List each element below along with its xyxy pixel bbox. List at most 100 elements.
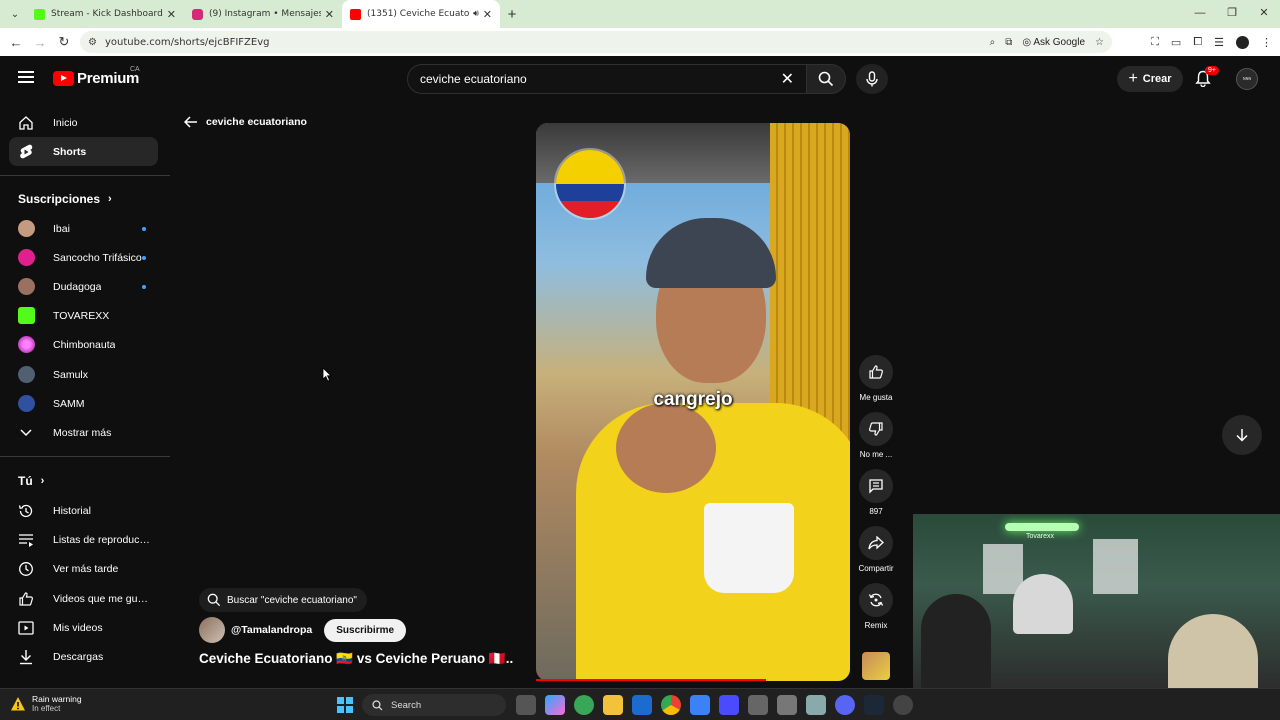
- sidebar-item-historial[interactable]: Historial: [9, 496, 158, 525]
- avatar: [18, 220, 35, 237]
- install-icon[interactable]: ⧉: [1005, 37, 1012, 48]
- copilot-icon[interactable]: [545, 695, 565, 715]
- screenshot-icon[interactable]: ⛶: [1151, 36, 1159, 49]
- sidebar-sub-dudagoga[interactable]: Dudagoga: [9, 272, 158, 301]
- weather-widget[interactable]: Rain warning In effect: [10, 694, 82, 713]
- tab-instagram[interactable]: (9) Instagram • Mensajes ✕: [184, 0, 342, 28]
- close-window-button[interactable]: ✕: [1248, 0, 1280, 28]
- video-title[interactable]: Ceviche Ecuatoriano 🇪🇨 vs Ceviche Peruan…: [199, 651, 514, 667]
- sidebar-sub-chimbonauta[interactable]: Chimbonauta: [9, 330, 158, 359]
- comments-action[interactable]: 897: [852, 469, 900, 516]
- back-to-search-button[interactable]: ceviche ecuatoriano: [184, 116, 307, 128]
- share-action[interactable]: Compartir: [852, 526, 900, 573]
- youtube-premium-logo[interactable]: Premium CA: [53, 66, 140, 87]
- tab-kick[interactable]: Stream - Kick Dashboard ✕: [26, 0, 184, 28]
- share-label: Compartir: [858, 564, 894, 573]
- comment-icon: [869, 479, 883, 494]
- webcam-person: [1013, 574, 1073, 634]
- windows-start-icon[interactable]: [337, 697, 353, 713]
- sidebar-item-inicio[interactable]: Inicio: [9, 108, 158, 137]
- video-progress-bar[interactable]: [536, 679, 766, 681]
- notepad-icon[interactable]: [806, 695, 826, 715]
- app-icon[interactable]: [574, 695, 594, 715]
- avatar: [18, 278, 35, 295]
- sidebar-sub-ibai[interactable]: Ibai: [9, 214, 158, 243]
- notifications-button[interactable]: 9+: [1195, 66, 1219, 92]
- create-button[interactable]: + Crear: [1117, 66, 1183, 92]
- reload-icon[interactable]: ↻: [52, 34, 76, 50]
- sidebar-item-watch-later[interactable]: Ver más tarde: [9, 554, 158, 583]
- chrome-icon[interactable]: [661, 695, 681, 715]
- subscribe-button[interactable]: Suscribirme: [324, 618, 407, 642]
- settings-gear-icon[interactable]: [893, 695, 913, 715]
- tools-icon[interactable]: [777, 695, 797, 715]
- puzzle-icon[interactable]: ⧠: [1193, 36, 1202, 49]
- app-icon[interactable]: [719, 695, 739, 715]
- voice-search-button[interactable]: [856, 64, 888, 94]
- playlist-icon: [18, 532, 34, 548]
- sidebar-item-my-videos[interactable]: Mis videos: [9, 613, 158, 642]
- account-avatar[interactable]: ɴɴɴ: [1236, 68, 1258, 90]
- sidebar-item-liked-videos[interactable]: Videos que me gustaron: [9, 584, 158, 613]
- show-more-button[interactable]: Mostrar más: [9, 418, 158, 447]
- sidebar: Inicio Shorts Suscripciones › Ibai Sanco…: [0, 100, 170, 688]
- audio-thumbnail[interactable]: [862, 652, 890, 680]
- speaker-icon[interactable]: 🔊︎: [473, 9, 479, 19]
- maximize-button[interactable]: ❐: [1216, 0, 1248, 28]
- site-info-icon[interactable]: ⚙: [88, 37, 97, 48]
- remix-action[interactable]: Remix: [852, 583, 900, 630]
- search-input[interactable]: ceviche ecuatoriano ✕: [407, 64, 807, 94]
- reading-list-icon[interactable]: ☰: [1214, 36, 1224, 49]
- search-button[interactable]: [806, 64, 846, 94]
- new-tab-button[interactable]: +: [500, 6, 524, 23]
- sidebar-item-label: Videos que me gustaron: [53, 592, 153, 605]
- sidebar-item-downloads[interactable]: Descargas: [9, 642, 158, 671]
- search-suggestion-chip[interactable]: Buscar "ceviche ecuatoriano": [199, 588, 367, 612]
- minimize-button[interactable]: —: [1184, 0, 1216, 28]
- url-text[interactable]: youtube.com/shorts/ejcBFIFZEvg: [105, 37, 270, 48]
- zoom-icon[interactable]: ⌕: [990, 37, 996, 48]
- close-icon[interactable]: ✕: [483, 8, 492, 21]
- like-action[interactable]: Me gusta: [852, 355, 900, 402]
- subscriptions-header[interactable]: Suscripciones ›: [18, 192, 112, 206]
- shorts-video-player[interactable]: cangrejo: [536, 123, 850, 681]
- store-icon[interactable]: [690, 695, 710, 715]
- close-icon[interactable]: ✕: [167, 8, 176, 21]
- task-view-icon[interactable]: [516, 695, 536, 715]
- extension-icon[interactable]: ▭: [1171, 36, 1181, 49]
- forward-arrow-icon[interactable]: →: [28, 35, 52, 50]
- channel-name[interactable]: @Tamalandropa: [231, 624, 312, 636]
- sidebar-sub-samulx[interactable]: Samulx: [9, 360, 158, 389]
- more-menu-icon[interactable]: ⋮: [1261, 36, 1272, 49]
- sidebar-item-shorts[interactable]: Shorts: [9, 137, 158, 166]
- sidebar-sub-tovarexx[interactable]: TOVAREXX: [9, 301, 158, 330]
- file-explorer-icon[interactable]: [603, 695, 623, 715]
- discord-icon[interactable]: [835, 695, 855, 715]
- channel-avatar[interactable]: [199, 617, 225, 643]
- grid-app-icon[interactable]: [748, 695, 768, 715]
- clear-search-icon[interactable]: ✕: [781, 69, 794, 89]
- close-icon[interactable]: ✕: [325, 8, 334, 21]
- video-frame-person: [576, 173, 850, 681]
- outlook-icon[interactable]: [632, 695, 652, 715]
- tab-youtube[interactable]: (1351) Ceviche Ecuatoriano 🔊︎ ✕: [342, 0, 500, 28]
- next-short-button[interactable]: [1222, 415, 1262, 455]
- profile-icon[interactable]: [1236, 35, 1249, 49]
- back-arrow-icon[interactable]: ←: [4, 35, 28, 50]
- video-caption: cangrejo: [653, 389, 733, 410]
- sidebar-item-label: TOVAREXX: [53, 309, 110, 322]
- bookmark-star-icon[interactable]: ☆: [1095, 37, 1104, 48]
- sidebar-item-label: SAMM: [53, 397, 85, 410]
- ask-google-button[interactable]: ◎ Ask Google: [1022, 37, 1085, 48]
- sidebar-sub-samm[interactable]: SAMM: [9, 389, 158, 418]
- you-header[interactable]: Tú ›: [18, 474, 44, 488]
- sidebar-item-playlists[interactable]: Listas de reproducción: [9, 525, 158, 554]
- tab-search-menu[interactable]: ⌄: [4, 3, 26, 25]
- dislike-action[interactable]: No me ...: [852, 412, 900, 459]
- comments-count: 897: [869, 507, 883, 516]
- taskbar-search[interactable]: Search: [362, 694, 506, 716]
- hamburger-menu-icon[interactable]: [18, 71, 34, 83]
- steam-icon[interactable]: [864, 695, 884, 715]
- sidebar-sub-sancocho[interactable]: Sancocho Trifásico: [9, 243, 158, 272]
- omnibox[interactable]: ⚙ youtube.com/shorts/ejcBFIFZEvg ⌕ ⧉ ◎ A…: [80, 31, 1112, 53]
